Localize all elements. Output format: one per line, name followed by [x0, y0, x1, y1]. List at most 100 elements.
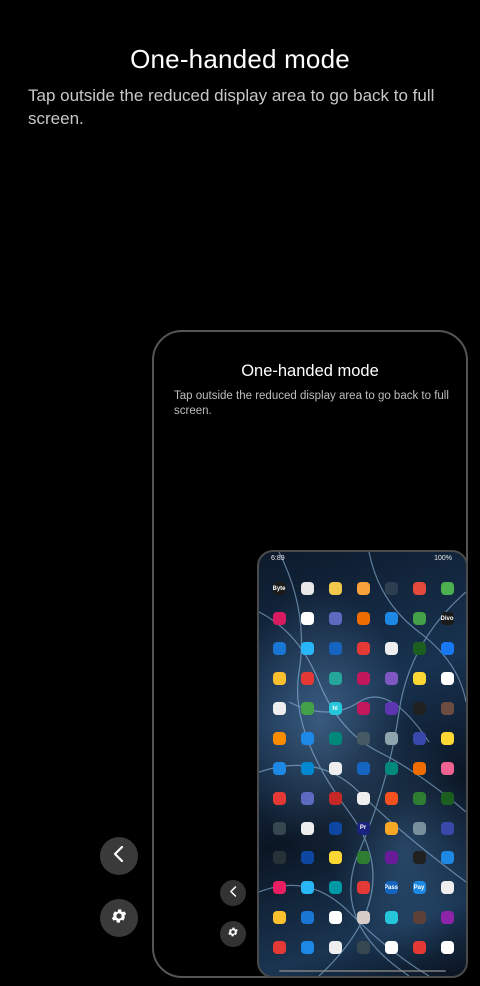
- app-icon-glyph: Pr: [356, 821, 370, 835]
- app-icon: [405, 843, 433, 873]
- app-icon-glyph: [300, 851, 314, 865]
- app-icon-glyph: [356, 582, 370, 596]
- app-icon-glyph: Divo: [440, 612, 454, 626]
- app-icon-glyph: [412, 791, 426, 805]
- app-icon: [321, 933, 349, 963]
- app-icon-glyph: hi: [328, 702, 342, 715]
- app-icon: [433, 694, 461, 724]
- app-icon: [405, 634, 433, 664]
- app-icon-glyph: [384, 702, 398, 715]
- app-icon: [293, 843, 321, 873]
- app-icon: [265, 753, 293, 783]
- preview-title: One-handed mode: [241, 362, 379, 380]
- app-icon-glyph: [440, 911, 454, 925]
- app-icon-glyph: [440, 851, 454, 865]
- gear-icon: [110, 907, 128, 930]
- app-icon: [321, 634, 349, 664]
- app-icon: [405, 574, 433, 604]
- app-icon-glyph: [272, 941, 286, 955]
- app-icon: [377, 843, 405, 873]
- back-button[interactable]: [100, 837, 138, 875]
- app-icon-glyph: [384, 941, 398, 955]
- app-icon: Divo: [433, 604, 461, 634]
- app-icon-glyph: [356, 791, 370, 805]
- app-icon-glyph: [328, 881, 342, 895]
- app-icon-glyph: [440, 731, 454, 745]
- app-icon: [377, 604, 405, 634]
- app-icon-glyph: [300, 761, 314, 775]
- app-icon-glyph: [384, 761, 398, 775]
- app-icon: [349, 634, 377, 664]
- app-icon-glyph: [412, 821, 426, 835]
- app-icon: [293, 753, 321, 783]
- app-icon: [321, 783, 349, 813]
- app-icon: [349, 694, 377, 724]
- app-icon-glyph: [440, 761, 454, 775]
- app-icon-glyph: [412, 731, 426, 745]
- app-icon-glyph: [300, 642, 314, 656]
- app-icon-glyph: Pay: [412, 881, 426, 895]
- app-icon-glyph: [440, 642, 454, 656]
- app-icon: [377, 783, 405, 813]
- app-icon: [349, 843, 377, 873]
- app-icon: [349, 753, 377, 783]
- app-icon-glyph: [300, 941, 314, 955]
- app-icon: [405, 694, 433, 724]
- app-icon: [377, 933, 405, 963]
- app-icon: [377, 903, 405, 933]
- app-icon: [433, 873, 461, 903]
- app-icon: Pr: [349, 813, 377, 843]
- app-icon-glyph: [356, 851, 370, 865]
- app-icon-glyph: [300, 612, 314, 626]
- app-icon-glyph: [272, 911, 286, 925]
- app-icon-glyph: [300, 672, 314, 686]
- app-icon: [349, 903, 377, 933]
- app-icon-glyph: [384, 612, 398, 626]
- app-icon: [405, 903, 433, 933]
- app-icon-glyph: [384, 731, 398, 745]
- app-icon: [265, 634, 293, 664]
- preview-back-button: [220, 880, 246, 906]
- app-icon-glyph: [412, 642, 426, 656]
- app-icon: [349, 574, 377, 604]
- app-icon: [293, 783, 321, 813]
- app-icon-glyph: [440, 582, 454, 596]
- app-icon: [377, 634, 405, 664]
- app-icon-glyph: [300, 791, 314, 805]
- app-icon-glyph: [440, 702, 454, 715]
- app-icon: [265, 933, 293, 963]
- app-icon-glyph: [328, 582, 342, 596]
- app-icon-glyph: [412, 612, 426, 626]
- app-icon-glyph: [412, 702, 426, 715]
- app-icon: [405, 664, 433, 694]
- preview-description: Tap outside the reduced display area to …: [174, 390, 449, 417]
- app-icon-glyph: [300, 911, 314, 925]
- app-icon-glyph: [412, 672, 426, 686]
- app-icon-glyph: [384, 821, 398, 835]
- settings-button[interactable]: [100, 899, 138, 937]
- app-icon: [405, 813, 433, 843]
- app-icon: [265, 664, 293, 694]
- app-grid: Byte Divo hi Pr Pass Pay: [265, 574, 461, 963]
- app-icon: [405, 783, 433, 813]
- app-icon-glyph: [328, 642, 342, 656]
- app-icon: [433, 933, 461, 963]
- status-time: 6:89: [271, 555, 285, 562]
- app-icon-glyph: [272, 702, 286, 715]
- app-icon: [321, 813, 349, 843]
- app-icon-glyph: [300, 702, 314, 715]
- app-icon-glyph: [328, 851, 342, 865]
- app-icon-glyph: [384, 672, 398, 686]
- app-icon: [265, 873, 293, 903]
- app-icon: [265, 843, 293, 873]
- status-battery: 100%: [434, 555, 452, 562]
- app-icon: [405, 604, 433, 634]
- app-icon: [321, 903, 349, 933]
- status-bar: 6:89 100%: [259, 552, 466, 566]
- app-icon: [433, 664, 461, 694]
- app-icon-glyph: Pass: [384, 881, 398, 895]
- app-icon-glyph: [412, 761, 426, 775]
- app-icon-glyph: [328, 911, 342, 925]
- app-icon: [293, 574, 321, 604]
- app-icon: [377, 694, 405, 724]
